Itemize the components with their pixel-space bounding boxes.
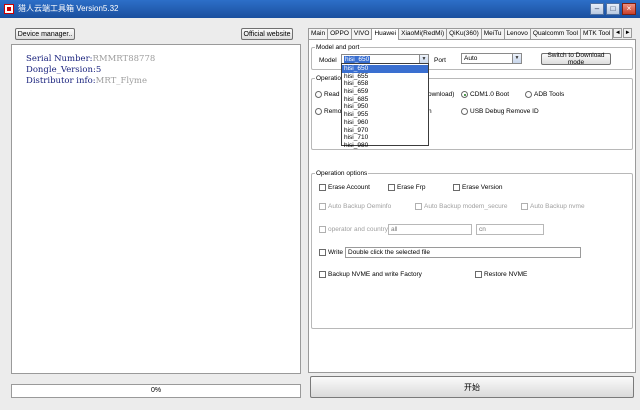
tab-scroll-left-icon[interactable]: ◄	[613, 28, 623, 38]
auto-backup-oeminfo-checkbox[interactable]	[319, 203, 326, 210]
model-option[interactable]: hisi_950	[342, 103, 428, 111]
start-button[interactable]: 开始	[310, 376, 634, 398]
erase-version-checkbox[interactable]	[453, 184, 460, 191]
model-dropdown-list: hisi_650 hisi_655 hisi_658 hisi_659 hisi_685…	[341, 63, 429, 149]
usb-debug-remove-radio[interactable]	[461, 108, 468, 115]
device-manager-button[interactable]: Device manager..	[15, 28, 75, 40]
model-option[interactable]: hisi_710	[342, 134, 428, 142]
model-option[interactable]: hisi_970	[342, 127, 428, 135]
model-option[interactable]: hisi_655	[342, 73, 428, 81]
auto-backup-oeminfo-label: Auto Backup Oeminfo	[328, 203, 392, 210]
model-option[interactable]: hisi_980	[342, 142, 428, 150]
cdm-boot-label: CDM1.0 Boot	[470, 91, 510, 98]
model-option[interactable]: hisi_960	[342, 119, 428, 127]
device-info-panel: Serial Number:RMMRT88778 Dongle_Version:5…	[11, 44, 301, 374]
model-option[interactable]: hisi_659	[342, 88, 428, 96]
tab-qualcomm-tool[interactable]: Qualcomm Tool	[529, 28, 581, 39]
read-radio[interactable]	[315, 91, 322, 98]
device-info-value: MRT_Flyme	[95, 76, 148, 86]
auto-backup-modem-checkbox[interactable]	[415, 203, 422, 210]
window-title: 猎人云端工具箱 Version5.32	[18, 4, 119, 13]
tab-xiaomi-redmi[interactable]: XiaoMi(RedMi)	[398, 28, 448, 39]
adb-tools-label: ADB Tools	[534, 91, 565, 98]
port-label: Port	[434, 57, 446, 64]
device-info-key: Serial Number:	[26, 54, 93, 64]
restore-nvme-checkbox[interactable]	[475, 271, 482, 278]
backup-nvme-factory-checkbox[interactable]	[319, 271, 326, 278]
operator-country-label: operator and country	[328, 226, 388, 233]
minimize-button[interactable]: –	[590, 3, 604, 15]
auto-backup-nvme-checkbox[interactable]	[521, 203, 528, 210]
device-info-key: Distributor info:	[26, 76, 96, 86]
tab-meitu[interactable]: MeiTu	[480, 28, 505, 39]
progress-bar: 0%	[11, 384, 301, 398]
model-option[interactable]: hisi_955	[342, 111, 428, 119]
recovery-file-input[interactable]: Double click the selected file	[345, 247, 581, 258]
operator-input[interactable]: all	[388, 224, 472, 235]
erase-account-label: Erase Account	[328, 184, 370, 191]
app-icon	[4, 4, 14, 14]
model-port-group-title: Model and port	[315, 43, 361, 52]
adb-tools-radio[interactable]	[525, 91, 532, 98]
tab-vivo[interactable]: VIVO	[350, 28, 373, 39]
backup-nvme-factory-label: Backup NVME and write Factory	[328, 271, 422, 278]
maximize-button[interactable]: □	[606, 3, 620, 15]
official-website-button[interactable]: Official website	[241, 28, 293, 40]
close-button[interactable]: ×	[622, 3, 636, 15]
restore-nvme-label: Restore NVME	[484, 271, 528, 278]
port-select-value: Auto	[464, 55, 478, 62]
country-input[interactable]: cn	[476, 224, 544, 235]
erase-version-label: Erase Version	[462, 184, 503, 191]
model-option[interactable]: hisi_658	[342, 80, 428, 88]
tab-oppo[interactable]: OPPO	[327, 28, 352, 39]
device-info-value: 5	[95, 65, 102, 75]
operation-options-title: Operation options	[315, 169, 369, 178]
download-radio-label: ownload)	[428, 91, 455, 98]
progress-text: 0%	[150, 387, 162, 394]
device-info-key: Dongle_Version:	[26, 65, 96, 75]
model-select-value: hisi_650	[344, 56, 371, 63]
operator-country-checkbox[interactable]	[319, 226, 326, 233]
chevron-down-icon: ▼	[512, 54, 521, 63]
device-info-line: Distributor info:MRT_Flyme	[26, 76, 155, 87]
tab-qiku-360[interactable]: QiKu(360)	[446, 28, 482, 39]
cdm-boot-radio[interactable]	[461, 91, 468, 98]
device-info-value: RMMRT88778	[92, 54, 156, 64]
auto-backup-modem-label: Auto Backup modem_secure	[424, 203, 508, 210]
tab-bar: Main OPPO VIVO Huawei XiaoMi(RedMi) QiKu(360)…	[308, 28, 636, 40]
tab-mtk-tool[interactable]: MTK Tool	[579, 28, 614, 39]
device-info-line: Dongle_Version:5	[26, 65, 155, 76]
tab-lenovo[interactable]: Lenovo	[503, 28, 531, 39]
tab-huawei[interactable]: Huawei	[371, 28, 400, 40]
model-label: Model	[319, 57, 337, 64]
tab-main[interactable]: Main	[308, 28, 329, 39]
write-recovery-checkbox[interactable]	[319, 249, 326, 256]
erase-frp-checkbox[interactable]	[388, 184, 395, 191]
tab-scroll-right-icon[interactable]: ►	[623, 28, 633, 38]
auto-backup-nvme-label: Auto Backup nvme	[530, 203, 585, 210]
remove-radio[interactable]	[315, 108, 322, 115]
usb-debug-remove-label: USB Debug Remove ID	[470, 108, 539, 115]
switch-download-mode-button[interactable]: Switch to Download mode	[541, 52, 611, 66]
title-bar: 猎人云端工具箱 Version5.32 – □ ×	[0, 0, 640, 18]
erase-account-checkbox[interactable]	[319, 184, 326, 191]
erase-frp-label: Erase Frp	[397, 184, 426, 191]
model-option[interactable]: hisi_650	[342, 65, 428, 73]
device-info-list: Serial Number:RMMRT88778 Dongle_Version:5…	[26, 54, 155, 87]
port-select[interactable]: Auto ▼	[461, 53, 522, 64]
device-info-line: Serial Number:RMMRT88778	[26, 54, 155, 65]
model-option[interactable]: hisi_685	[342, 96, 428, 104]
